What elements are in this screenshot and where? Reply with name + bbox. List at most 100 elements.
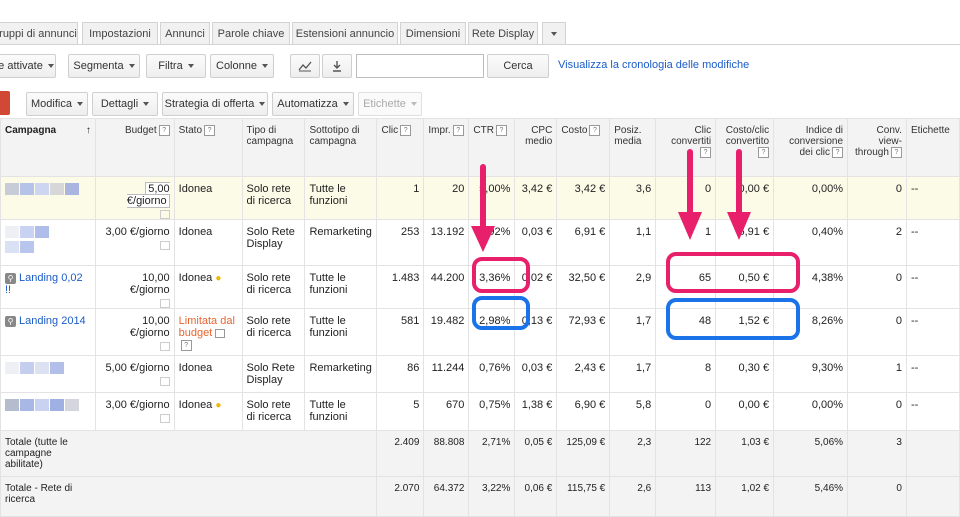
tab-dimensioni[interactable]: Dimensioni: [400, 22, 466, 44]
col-header-cpc[interactable]: CPC medio: [514, 118, 558, 177]
cpc-cell: 0,06 €: [514, 476, 558, 517]
automatizza-dropdown[interactable]: Automatizza: [272, 92, 354, 116]
status-filter-dropdown[interactable]: e attivate: [0, 54, 56, 78]
lightbulb-icon[interactable]: ●: [215, 400, 221, 411]
col-header-label: Costo/clic convertito: [725, 125, 770, 147]
budget-cell[interactable]: 5,00 €/giorno: [94, 355, 175, 393]
dettagli-dropdown[interactable]: Dettagli: [92, 92, 158, 116]
campaign-link[interactable]: Landing 2014: [19, 315, 86, 327]
budget-cell[interactable]: 10,00 €/giorno: [94, 265, 175, 309]
blurred-campaign-name: [5, 226, 50, 256]
edit-icon[interactable]: [159, 241, 170, 250]
subtype-cell: Remarketing: [304, 219, 378, 266]
help-icon[interactable]: ?: [180, 339, 192, 351]
col-header-indice-conversione[interactable]: Indice di conversione dei clic?: [773, 118, 849, 177]
edit-icon[interactable]: [159, 414, 170, 423]
edit-icon[interactable]: [159, 299, 170, 308]
help-icon[interactable]: ?: [452, 125, 464, 136]
campaign-link[interactable]: Landing 0,02 !!: [5, 272, 83, 296]
budget-cell[interactable]: 5,00 €/giorno: [94, 176, 175, 220]
col-header-stato[interactable]: Stato?: [173, 118, 243, 177]
download-button[interactable]: [322, 54, 352, 78]
budget-value[interactable]: 5,00 €/giorno: [105, 362, 169, 374]
labels-cell: --: [905, 219, 960, 266]
budget-value[interactable]: 3,00 €/giorno: [105, 226, 169, 238]
modifica-label: Modifica: [31, 98, 72, 110]
edit-icon[interactable]: [159, 210, 170, 219]
strategia-offerta-dropdown[interactable]: Strategia di offerta: [162, 92, 268, 116]
help-icon[interactable]: ?: [204, 125, 216, 136]
modifica-dropdown[interactable]: Modifica: [26, 92, 88, 116]
cost-cell: 125,09 €: [556, 430, 611, 477]
search-input[interactable]: [356, 54, 484, 78]
search-button[interactable]: Cerca: [487, 54, 549, 78]
campaign-cell[interactable]: [0, 355, 96, 393]
campaign-cell[interactable]: [0, 176, 96, 220]
col-header-budget[interactable]: Budget?: [94, 118, 175, 177]
col-header-label: CPC medio: [525, 125, 553, 147]
status-cell: Idonea: [173, 176, 243, 220]
cost-cell: 72,93 €: [556, 308, 611, 356]
cpc-cell: 0,03 €: [514, 219, 558, 266]
tab-estensioni-annuncio[interactable]: Estensioni annuncio: [292, 22, 398, 44]
campaign-cell[interactable]: [0, 219, 96, 266]
totals-label-cell: Totale - Rete di ricerca: [0, 476, 378, 517]
col-header-clic[interactable]: Clic?: [376, 118, 425, 177]
budget-cell[interactable]: 3,00 €/giorno: [94, 392, 175, 431]
history-link[interactable]: Visualizza la cronologia delle modifiche: [558, 59, 749, 71]
conversion-rate-cell: 9,30%: [773, 355, 849, 393]
col-header-etichette[interactable]: Etichette: [905, 118, 960, 177]
budget-value[interactable]: 10,00 €/giorno: [130, 272, 170, 296]
help-icon[interactable]: ?: [400, 125, 412, 136]
budget-cell[interactable]: 10,00 €/giorno: [94, 308, 175, 356]
edit-icon[interactable]: [159, 342, 170, 351]
cpc-cell: 0,02 €: [514, 265, 558, 309]
help-icon[interactable]: ?: [758, 147, 770, 158]
help-icon[interactable]: ?: [158, 125, 170, 136]
tab-parole-chiave[interactable]: Parole chiave: [212, 22, 290, 44]
add-campaign-button[interactable]: [0, 91, 10, 115]
tab-rete-display[interactable]: Rete Display: [468, 22, 538, 44]
col-header-costo-clic-convertito[interactable]: Costo/clic convertito?: [715, 118, 775, 177]
help-icon[interactable]: ?: [589, 125, 601, 136]
col-header-costo[interactable]: Costo?: [556, 118, 611, 177]
status-text: Idonea: [178, 272, 213, 284]
edit-icon[interactable]: [159, 377, 170, 386]
help-icon[interactable]: ?: [832, 147, 844, 158]
tab-gruppi-annunci[interactable]: ruppi di annunci: [0, 22, 78, 44]
chart-toggle-button[interactable]: [290, 54, 320, 78]
segmenta-dropdown[interactable]: Segmenta: [68, 54, 140, 78]
tab-impostazioni[interactable]: Impostazioni: [82, 22, 158, 44]
table-row: ⚲ Landing 2014 10,00 €/giorno Limitata da…: [0, 308, 960, 356]
col-header-conv-view-through[interactable]: Conv. view-through?: [847, 118, 907, 177]
conversion-rate-cell: 0,00%: [773, 392, 849, 431]
chevron-down-icon: [187, 64, 194, 69]
lightbulb-icon[interactable]: ●: [215, 273, 221, 284]
labels-cell: --: [905, 176, 960, 220]
col-header-campagna[interactable]: Campagna ↑: [0, 118, 96, 177]
filtra-dropdown[interactable]: Filtra: [146, 54, 206, 78]
cpc-cell: 3,42 €: [514, 176, 558, 220]
col-header-sottotipo[interactable]: Sottotipo di campagna: [304, 118, 378, 177]
col-header-tipo[interactable]: Tipo di campagna: [241, 118, 306, 177]
cost-per-converted-click-cell: 1,02 €: [715, 476, 775, 517]
col-header-ctr[interactable]: CTR?: [468, 118, 516, 177]
help-icon[interactable]: ?: [700, 147, 712, 158]
help-icon[interactable]: ?: [890, 147, 902, 158]
budget-value[interactable]: 3,00 €/giorno: [105, 399, 169, 411]
col-header-posiz[interactable]: Posiz. media: [609, 118, 657, 177]
col-header-clic-convertiti[interactable]: Clic convertiti?: [655, 118, 717, 177]
campaign-cell[interactable]: ⚲ Landing 2014: [0, 308, 96, 356]
tabs-more-dropdown[interactable]: [542, 22, 566, 44]
budget-value[interactable]: 5,00 €/giorno: [126, 182, 170, 208]
budget-value[interactable]: 10,00 €/giorno: [130, 315, 170, 339]
bar-chart-icon[interactable]: [215, 328, 226, 338]
colonne-dropdown[interactable]: Colonne: [210, 54, 274, 78]
col-header-impr[interactable]: Impr.?: [423, 118, 470, 177]
tab-annunci[interactable]: Annunci: [160, 22, 210, 44]
campaign-cell[interactable]: ⚲ Landing 0,02 !!: [0, 265, 96, 309]
etichette-dropdown[interactable]: Etichette: [358, 92, 422, 116]
campaign-cell[interactable]: [0, 392, 96, 431]
budget-cell[interactable]: 3,00 €/giorno: [94, 219, 175, 266]
help-icon[interactable]: ?: [495, 125, 507, 136]
